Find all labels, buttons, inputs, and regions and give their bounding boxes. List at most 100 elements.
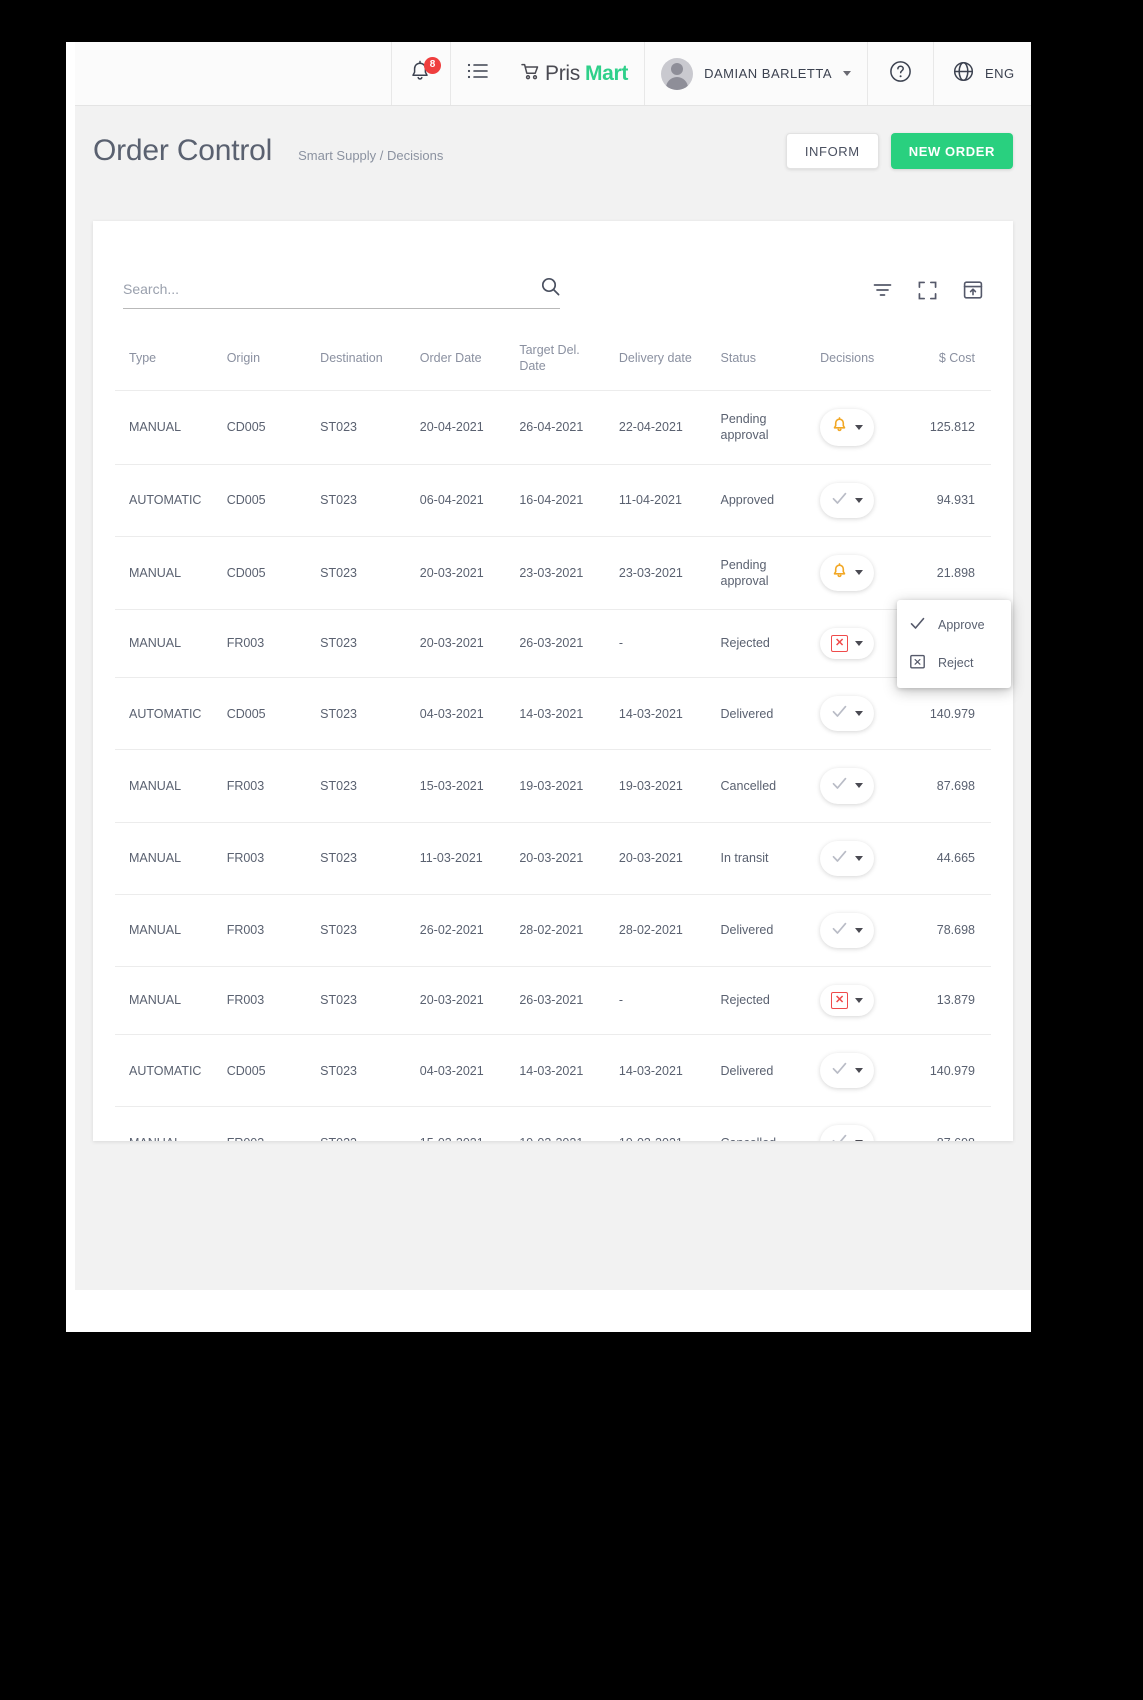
- cell-origin: FR003: [220, 966, 315, 1035]
- chevron-down-icon: [855, 998, 864, 1003]
- cell-decision: [814, 822, 912, 895]
- check-icon: [831, 703, 848, 724]
- check-icon: [831, 490, 848, 511]
- decision-button[interactable]: ✕: [820, 628, 875, 659]
- column-header-order-date[interactable]: Order Date: [413, 327, 514, 392]
- search-field[interactable]: [123, 277, 560, 309]
- cell-destination: ST023: [314, 677, 414, 751]
- question-circle-icon: [888, 59, 913, 89]
- column-header-destination[interactable]: Destination: [314, 327, 414, 392]
- search-icon[interactable]: [541, 277, 560, 301]
- cell-status: Pending approval: [714, 390, 815, 465]
- header-actions: INFORM NEW ORDER: [785, 133, 1013, 169]
- cell-origin: FR003: [220, 1106, 315, 1141]
- archive-export-icon[interactable]: [963, 280, 983, 305]
- check-icon: [909, 615, 926, 635]
- cell-status: Rejected: [714, 609, 815, 678]
- table-row[interactable]: MANUALFR003ST02315-03-202119-03-202119-0…: [115, 1106, 991, 1141]
- decision-button[interactable]: [820, 1053, 875, 1089]
- language-selector[interactable]: ENG: [933, 42, 1031, 105]
- decision-button[interactable]: [820, 1125, 875, 1141]
- page-header: Order Control Smart Supply / Decisions I…: [75, 106, 1031, 196]
- column-header-delivery-date[interactable]: Delivery date: [612, 327, 715, 392]
- table-row[interactable]: MANUALFR003ST02315-03-202119-03-202119-0…: [115, 749, 991, 823]
- nav-left-spacer: [75, 42, 392, 105]
- cell-decision: [814, 464, 912, 537]
- user-menu[interactable]: DAMIAN BARLETTA: [644, 42, 867, 105]
- cell-order-date: 11-03-2021: [413, 822, 514, 895]
- cell-type: MANUAL: [115, 536, 221, 611]
- decision-button[interactable]: [820, 482, 875, 518]
- cell-decision: [814, 1034, 912, 1108]
- table-head: Type Origin Destination Order Date Targe…: [115, 327, 991, 392]
- chevron-down-icon: [855, 927, 864, 933]
- table-row[interactable]: MANUAL CD005 ST023 20-04-2021 26-04-2021 22-0…: [115, 390, 991, 465]
- decision-button[interactable]: [820, 409, 875, 446]
- top-navigation-bar: 8 Pris Mart DAMIAN BARLETTA ENG: [75, 42, 1031, 106]
- menu-item-approve[interactable]: Approve: [897, 606, 1011, 644]
- cell-cost: 21.898: [911, 536, 991, 611]
- close-box-icon: [909, 653, 926, 673]
- brand-logo[interactable]: Pris Mart: [505, 42, 644, 105]
- cell-decision: ✕: [814, 966, 912, 1035]
- cell-cost: 87.698: [911, 1106, 991, 1141]
- table-row[interactable]: MANUAL FR003 ST023 20-03-2021 26-03-2021- Rej…: [115, 966, 991, 1035]
- cell-order-date: 20-03-2021: [413, 536, 514, 611]
- column-header-target-date[interactable]: Target Del. Date: [513, 327, 613, 392]
- cell-delivery-date: 22-04-2021: [612, 390, 715, 465]
- cell-destination: ST023: [314, 822, 414, 895]
- cell-destination: ST023: [314, 966, 414, 1035]
- column-header-cost[interactable]: $ Cost: [911, 327, 991, 392]
- cell-destination: ST023: [314, 1106, 414, 1141]
- user-name-label: DAMIAN BARLETTA: [704, 66, 832, 81]
- table-row[interactable]: AUTOMATIC CD005 ST023 04-03-2021 14-03-2021 1…: [115, 1034, 991, 1108]
- decision-button[interactable]: [820, 912, 875, 948]
- language-label: ENG: [985, 66, 1015, 81]
- cart-icon: [521, 62, 540, 86]
- filter-icon[interactable]: [873, 282, 892, 303]
- cell-type: MANUAL: [115, 966, 221, 1035]
- avatar: [661, 57, 694, 90]
- decision-button[interactable]: [820, 840, 875, 876]
- cell-destination: ST023: [314, 609, 414, 678]
- table-body: MANUAL CD005 ST023 20-04-2021 26-04-2021 22-0…: [115, 390, 991, 1141]
- chevron-down-icon: [855, 711, 864, 717]
- chevron-down-icon: [855, 570, 864, 576]
- cell-status: Rejected: [714, 966, 815, 1035]
- column-header-status[interactable]: Status: [714, 327, 815, 392]
- notifications-button[interactable]: 8: [392, 42, 451, 105]
- cell-cost: 87.698: [911, 749, 991, 823]
- column-header-decisions[interactable]: Decisions: [814, 327, 912, 392]
- cell-order-date: 20-03-2021: [413, 609, 514, 678]
- cell-type: AUTOMATIC: [115, 1034, 221, 1108]
- cell-delivery-date: -: [612, 966, 715, 1035]
- cell-destination: ST023: [314, 749, 414, 823]
- cell-type: MANUAL: [115, 1106, 221, 1141]
- column-header-origin[interactable]: Origin: [220, 327, 315, 392]
- search-input[interactable]: [123, 281, 533, 297]
- menu-list-button[interactable]: [451, 42, 505, 105]
- decision-button[interactable]: ✕: [820, 985, 875, 1016]
- table-row[interactable]: AUTOMATIC CD005 ST023 06-04-2021 16-04-2021 1…: [115, 464, 991, 537]
- cell-order-date: 06-04-2021: [413, 464, 514, 537]
- decision-button[interactable]: [820, 696, 875, 732]
- help-button[interactable]: [867, 42, 933, 105]
- decision-button[interactable]: [820, 768, 875, 804]
- new-order-button[interactable]: NEW ORDER: [890, 133, 1013, 169]
- brand-name-part2: Mart: [584, 61, 629, 85]
- decision-button[interactable]: [820, 554, 875, 591]
- column-header-type[interactable]: Type: [115, 327, 221, 392]
- table-row[interactable]: MANUAL FR003 ST023 20-03-2021 26-03-2021- Rej…: [115, 609, 991, 678]
- table-row[interactable]: AUTOMATIC CD005 ST023 04-03-2021 14-03-2021 1…: [115, 677, 991, 751]
- cell-origin: FR003: [220, 749, 315, 823]
- bell-icon: 8: [408, 56, 441, 89]
- inform-button[interactable]: INFORM: [785, 133, 879, 169]
- menu-item-reject[interactable]: Reject: [897, 644, 1011, 682]
- table-row[interactable]: MANUAL CD005 ST023 20-03-2021 23-03-2021 23-0…: [115, 536, 991, 611]
- table-row[interactable]: MANUAL FR003 ST023 26-02-2021 28-02-2021 28-0…: [115, 894, 991, 968]
- expand-table-icon[interactable]: [918, 281, 937, 305]
- cell-status: Approved: [714, 464, 815, 537]
- table-row[interactable]: MANUAL FR003 ST023 11-03-2021 20-03-2021 20-0…: [115, 822, 991, 895]
- decision-dropdown-menu[interactable]: Approve Reject: [897, 600, 1011, 688]
- cell-order-date: 20-03-2021: [413, 966, 514, 1035]
